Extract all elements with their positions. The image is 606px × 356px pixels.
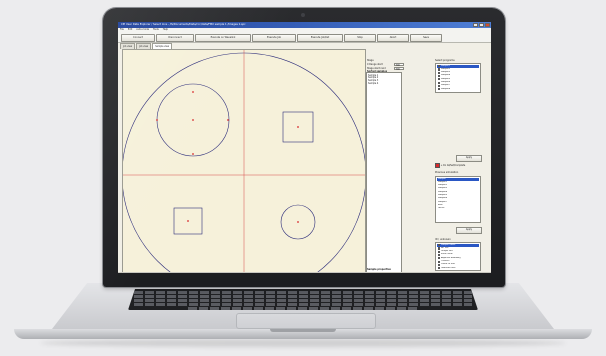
- maximize-button[interactable]: [479, 23, 484, 27]
- list-item-label: Sample1: [441, 64, 451, 67]
- stage-start-field[interactable]: 700: [394, 66, 404, 71]
- info-label: Stage: [367, 59, 374, 62]
- connect-button[interactable]: Connect: [121, 34, 155, 42]
- window-controls: [473, 23, 490, 27]
- sample-point: [192, 91, 194, 93]
- x-range-start-field[interactable]: 700: [394, 62, 404, 67]
- simulation-list[interactable]: Sample Sample1 Sample2 Sample3 Sample4 S…: [435, 176, 481, 223]
- do-all-checkbox-row[interactable]: + Do All/Set/Complete: [435, 163, 465, 168]
- list-item-label: Sample2: [441, 67, 451, 70]
- status-bar: [118, 272, 491, 273]
- key-row: [134, 295, 472, 298]
- list-item-label: Sample3: [441, 71, 451, 74]
- sample-point: [297, 221, 299, 223]
- list-item[interactable]: Green: [437, 207, 479, 210]
- minimize-button[interactable]: [473, 23, 478, 27]
- execute-job-list-button[interactable]: Execute Job/list: [297, 34, 343, 42]
- sample-point: [192, 119, 194, 121]
- sample-holder-drawing: [123, 50, 365, 273]
- key-row: [134, 303, 472, 306]
- list-item[interactable]: Gaussian ions: [437, 267, 479, 270]
- execute-wavelink-button[interactable]: Execute on Wavelink: [195, 34, 251, 42]
- abort-button[interactable]: Abort: [377, 34, 409, 42]
- list-item-label: Linear fit info: [441, 263, 455, 266]
- list-item-label: Gaussian ions: [441, 266, 456, 269]
- id-list[interactable]: Sample name INT ion Unique N/D Inline is…: [435, 242, 481, 271]
- right-panel: Select programs Sample1 Sample2 Sample3 …: [434, 59, 491, 272]
- sample-holder-canvas[interactable]: [122, 49, 366, 273]
- sample-point: [192, 153, 194, 155]
- apply-button[interactable]: Apply: [456, 155, 482, 162]
- close-button[interactable]: [485, 23, 490, 27]
- camera: [301, 13, 305, 17]
- laptop-front-notch: [270, 329, 336, 332]
- checkbox-label: + Do All/Set/Complete: [440, 163, 466, 167]
- sample-list[interactable]: Sample 1 Sample 2 Sample 3 Sample 4: [366, 72, 402, 273]
- window-title: CPI User Data Explorer / Select Ions - /…: [121, 23, 246, 26]
- previous-simulation-heading: Previous simulation: [435, 171, 459, 174]
- list-item-label: Sample4: [441, 74, 451, 77]
- laptop-shadow: [40, 339, 566, 347]
- id-heading: ID / unknown: [435, 238, 451, 241]
- space-row: [188, 307, 418, 310]
- list-item-label: Unique N/D: [441, 250, 453, 253]
- list-item-label: Sample name: [441, 243, 456, 246]
- list-item[interactable]: Sample 4: [368, 82, 378, 85]
- disconnect-button[interactable]: Disconnect: [156, 34, 194, 42]
- sample-properties-label: Sample properties: [367, 268, 391, 271]
- list-item-label: Inline issue: [441, 253, 453, 256]
- program-list[interactable]: Sample1 Sample2 Sample3 Sample4 Sample5 …: [435, 63, 481, 93]
- list-item-label: Sample5: [441, 77, 451, 80]
- list-item-label: Adjacent boundary: [441, 256, 461, 259]
- info-panel: Stage X Range start 700 Stage start rand…: [366, 59, 432, 273]
- list-item-label: Clusters: [441, 260, 450, 262]
- key-row: [134, 291, 472, 294]
- toolbar: Connect Disconnect Execute on Wavelink E…: [118, 32, 491, 43]
- list-item-label: INT ion: [441, 246, 449, 249]
- list-item-label: Sample6: [441, 81, 451, 83]
- stop-button[interactable]: Stop: [344, 34, 376, 42]
- checkbox[interactable]: [435, 163, 440, 168]
- sample-point: [297, 126, 299, 128]
- list-item-label: Sample7: [441, 84, 451, 87]
- color-swatch: [437, 88, 440, 91]
- apply-button-2[interactable]: Apply: [456, 227, 482, 234]
- key-row: [134, 299, 472, 302]
- color-swatch: [437, 267, 440, 270]
- save-button[interactable]: Save: [410, 34, 442, 42]
- list-item[interactable]: Sample8: [437, 88, 479, 91]
- select-programs-heading: Select programs: [435, 59, 455, 62]
- list-item-label: Sample8: [441, 87, 451, 90]
- sample-point: [156, 119, 158, 121]
- execute-job-button[interactable]: Execute Job: [252, 34, 296, 42]
- view-tabs: Job view Job view Sample view: [120, 43, 173, 49]
- keyboard: [128, 289, 478, 310]
- info-label: X Range start: [367, 63, 383, 66]
- sample-point: [227, 119, 229, 121]
- sample-point: [187, 220, 189, 222]
- laptop-screen: CPI User Data Explorer / Select Ions - /…: [118, 22, 491, 273]
- trackpad: [236, 313, 376, 329]
